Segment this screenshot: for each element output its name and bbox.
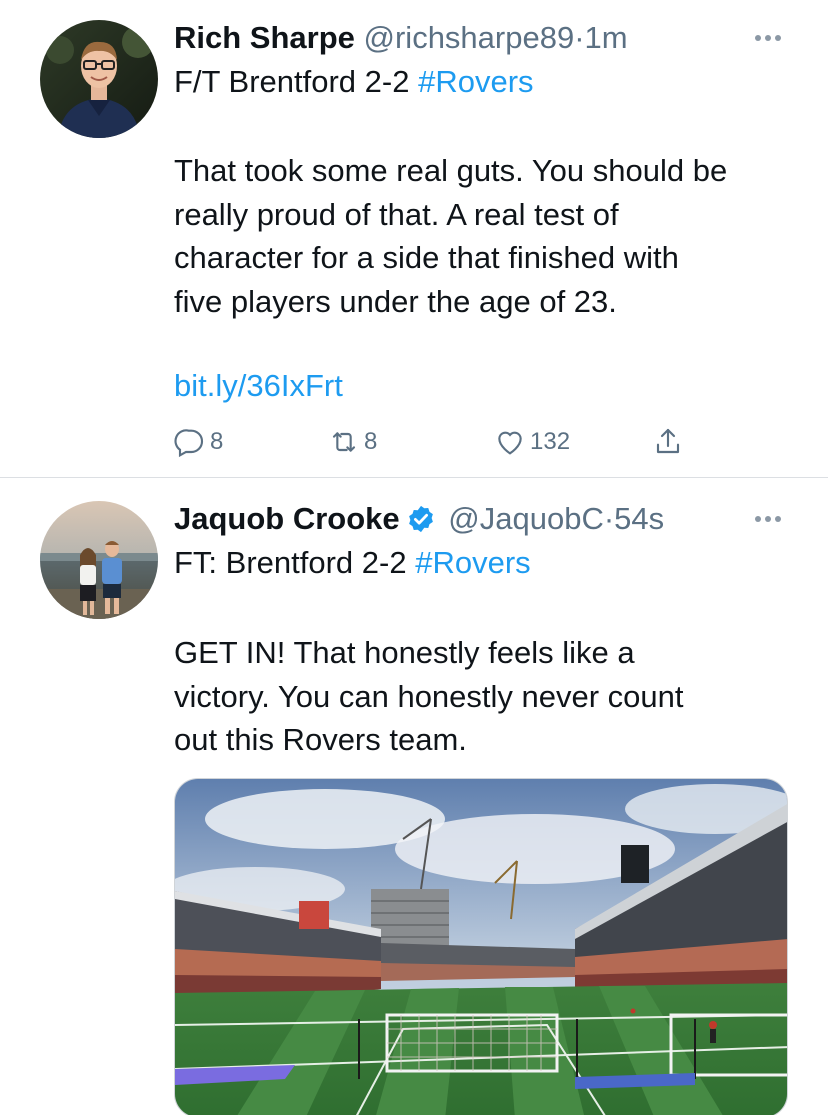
separator-dot: · bbox=[603, 501, 615, 536]
tweet-headline: F/T Brentford 2-2 #Rovers bbox=[174, 62, 534, 102]
author-handle[interactable]: @JaquobC bbox=[448, 501, 604, 536]
avatar[interactable] bbox=[40, 20, 158, 138]
headline-text: F/T Brentford 2-2 bbox=[174, 64, 419, 99]
stadium-photo[interactable] bbox=[174, 778, 788, 1115]
author-name[interactable]: Rich Sharpe bbox=[174, 20, 355, 55]
reply-button[interactable]: 8 bbox=[174, 422, 223, 462]
like-count: 132 bbox=[530, 428, 571, 455]
author-handle[interactable]: @richsharpe89 bbox=[364, 20, 575, 55]
tweet-text-line: really proud of that. A real test of bbox=[174, 196, 619, 232]
tweet-text: GET IN! That honestly feels like a victo… bbox=[174, 631, 788, 762]
tweet-header: Jaquob Crooke @JaquobC·54s bbox=[174, 499, 788, 539]
timestamp[interactable]: 1m bbox=[585, 20, 628, 55]
share-button[interactable] bbox=[652, 422, 684, 462]
tweet-header: Rich Sharpe @richsharpe89·1m bbox=[174, 18, 788, 58]
heart-icon bbox=[498, 431, 522, 455]
retweet-button[interactable]: 8 bbox=[328, 422, 377, 462]
reply-icon bbox=[174, 429, 203, 458]
tweet-text-line: victory. You can honestly never count bbox=[174, 678, 684, 714]
more-options-icon[interactable] bbox=[748, 18, 788, 58]
tweet-text-line: That took some real guts. You should be bbox=[174, 153, 728, 188]
reply-count: 8 bbox=[210, 428, 224, 455]
headline-text: FT: Brentford 2-2 bbox=[174, 545, 416, 580]
share-icon bbox=[656, 428, 680, 454]
like-button[interactable]: 132 bbox=[494, 422, 570, 462]
hashtag-link[interactable]: #Rovers bbox=[415, 545, 530, 580]
tweet-text-line: GET IN! That honestly feels like a bbox=[174, 635, 635, 670]
author-name[interactable]: Jaquob Crooke bbox=[174, 501, 400, 536]
hashtag-link[interactable]: #Rovers bbox=[418, 64, 533, 99]
more-options-icon[interactable] bbox=[748, 499, 788, 539]
timestamp[interactable]: 54s bbox=[614, 501, 664, 536]
verified-badge-icon bbox=[408, 505, 433, 533]
tweet-actions: 8 8 132 bbox=[174, 422, 694, 462]
tweet-text: That took some real guts. You should be … bbox=[174, 149, 788, 323]
tweet-text-line: character for a side that finished with bbox=[174, 240, 679, 275]
tweet-link[interactable]: bit.ly/36IxFrt bbox=[174, 366, 343, 406]
tweet[interactable]: Jaquob Crooke @JaquobC·54s FT: Brentford… bbox=[0, 479, 828, 1115]
retweet-icon bbox=[332, 432, 356, 452]
retweet-count: 8 bbox=[364, 428, 378, 455]
tweet[interactable]: Rich Sharpe @richsharpe89·1m F/T Brentfo… bbox=[0, 0, 828, 478]
avatar[interactable] bbox=[40, 501, 158, 619]
tweet-text-line: five players under the age of 23. bbox=[174, 283, 617, 319]
tweet-text-line: out this Rovers team. bbox=[174, 722, 467, 757]
separator-dot: · bbox=[574, 20, 585, 55]
tweet-headline: FT: Brentford 2-2 #Rovers bbox=[174, 543, 531, 583]
